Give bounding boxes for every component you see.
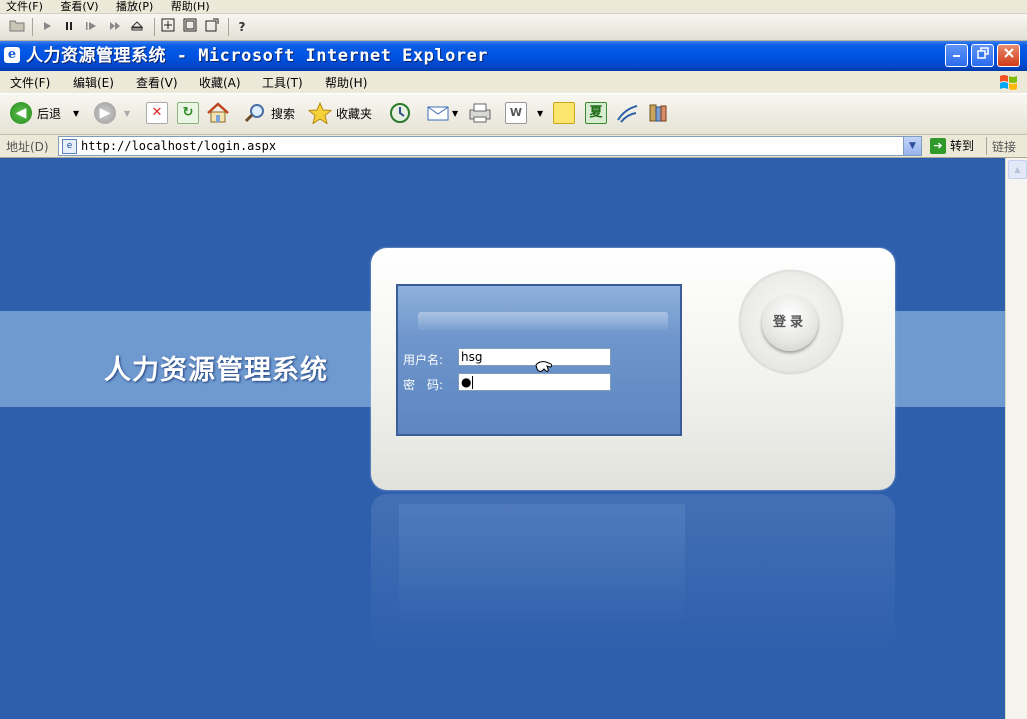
go-label: 转到	[950, 139, 975, 153]
windows-flag-icon	[997, 73, 1019, 91]
menu-help[interactable]: 帮助(H)	[325, 74, 367, 91]
minimize-button[interactable]	[945, 44, 968, 67]
folder-open-icon[interactable]	[8, 18, 26, 36]
window-title: 人力资源管理系统 - Microsoft Internet Explorer	[26, 46, 489, 66]
play-icon[interactable]	[38, 18, 56, 36]
forward-icon: ▶	[94, 102, 116, 124]
address-dropdown-icon[interactable]: ▼	[903, 137, 921, 155]
screen-gloss	[418, 312, 668, 330]
edit-word-button[interactable]: W ▼	[505, 102, 543, 124]
menu-tools[interactable]: 工具(T)	[262, 74, 303, 91]
menu-favorites[interactable]: 收藏(A)	[199, 74, 241, 91]
hand-cursor-icon	[534, 358, 553, 376]
xia-icon: 夏	[585, 102, 607, 124]
refresh-icon: ↻	[177, 102, 199, 124]
go-button[interactable]: ➔ 转到	[930, 137, 974, 154]
help-icon[interactable]: ?	[233, 18, 251, 36]
favorites-label: 收藏夹	[336, 106, 373, 121]
window-titlebar: e 人力资源管理系统 - Microsoft Internet Explorer	[0, 41, 1027, 71]
login-button[interactable]: 登录	[762, 295, 818, 351]
note-icon	[553, 102, 575, 124]
step-forward-icon[interactable]	[82, 18, 100, 36]
login-button-ring: 登录	[739, 270, 843, 374]
panel-reflection	[371, 494, 895, 654]
page-content: 人力资源管理系统 用户名: hsg 密 码: ● 登录	[0, 158, 1005, 719]
outer-menu-play[interactable]: 播放(P)	[116, 0, 153, 13]
toolbar-divider	[154, 18, 155, 36]
research-button[interactable]	[647, 102, 671, 124]
messenger-button[interactable]	[615, 102, 639, 124]
note-button[interactable]	[553, 102, 575, 124]
outer-menu-view[interactable]: 查看(V)	[60, 0, 98, 13]
ie-logo-icon: e	[4, 47, 20, 63]
maximize-button[interactable]	[971, 44, 994, 67]
menu-edit[interactable]: 编辑(E)	[73, 74, 114, 91]
outer-menu-bar: 文件(F) 查看(V) 播放(P) 帮助(H)	[0, 0, 1027, 13]
stop-icon: ✕	[146, 102, 168, 124]
search-icon	[244, 104, 264, 123]
menu-file[interactable]: 文件(F)	[10, 74, 50, 91]
refresh-button[interactable]: ↻	[177, 102, 199, 124]
search-label: 搜索	[271, 106, 296, 121]
outer-menu-file[interactable]: 文件(F)	[6, 0, 43, 13]
print-button[interactable]	[467, 102, 493, 124]
go-arrow-icon: ➔	[930, 137, 946, 154]
username-value: hsg	[461, 350, 483, 364]
messenger-icon	[617, 105, 638, 123]
mail-button[interactable]: ▼	[426, 102, 458, 124]
fast-forward-icon[interactable]	[106, 18, 124, 36]
history-icon	[390, 103, 410, 123]
vertical-scrollbar[interactable]: ▲	[1005, 158, 1027, 719]
login-panel: 用户名: hsg 密 码: ● 登录	[371, 248, 895, 490]
favorites-button[interactable]: 收藏夹	[308, 102, 372, 124]
forward-button[interactable]: ▶ ▼	[94, 102, 130, 124]
scroll-up-icon[interactable]: ▲	[1008, 160, 1027, 179]
back-button[interactable]: ◀ 后退 ▼	[10, 102, 79, 124]
menu-view[interactable]: 查看(V)	[136, 74, 178, 91]
back-icon: ◀	[10, 102, 32, 124]
resize-icon[interactable]	[203, 18, 221, 36]
password-label: 密 码:	[403, 378, 444, 392]
ie-menu-bar: 文件(F) 编辑(E) 查看(V) 收藏(A) 工具(T) 帮助(H)	[0, 71, 1027, 94]
ie-toolbar: ◀ 后退 ▼ ▶ ▼ ✕ ↻ 搜索 收藏夹 ▼ W ▼ 夏	[0, 94, 1027, 135]
word-icon: W	[505, 102, 527, 124]
home-button[interactable]	[206, 102, 230, 124]
favorites-icon	[308, 102, 332, 124]
links-divider	[986, 137, 987, 155]
links-button[interactable]: 链接	[992, 138, 1016, 155]
password-mask: ●	[461, 375, 472, 389]
fullsize-icon[interactable]	[159, 18, 177, 36]
address-bar: 地址(D) e http://localhost/login.aspx ▼ ➔ …	[0, 135, 1027, 158]
eject-icon[interactable]	[128, 18, 146, 36]
outer-menu-help[interactable]: 帮助(H)	[171, 0, 210, 13]
history-button[interactable]	[388, 102, 412, 124]
back-label: 后退	[37, 106, 62, 121]
toolbar-divider	[228, 18, 229, 36]
screen-reflection	[399, 504, 685, 624]
toolbar-divider	[32, 18, 33, 36]
window-icon[interactable]	[181, 18, 199, 36]
page-icon: e	[62, 139, 77, 154]
mail-icon	[427, 106, 449, 121]
xia-button[interactable]: 夏	[585, 102, 607, 124]
forward-dropdown-icon: ▼	[124, 108, 131, 118]
pause-icon[interactable]	[60, 18, 78, 36]
system-title: 人力资源管理系统	[104, 355, 328, 386]
search-button[interactable]: 搜索	[244, 102, 295, 124]
home-icon	[207, 102, 229, 123]
address-input[interactable]: e http://localhost/login.aspx ▼	[58, 136, 922, 156]
back-dropdown-icon[interactable]: ▼	[73, 109, 79, 118]
edit-dropdown-icon[interactable]: ▼	[537, 109, 543, 118]
address-url: http://localhost/login.aspx	[81, 139, 277, 153]
media-toolbar: ?	[0, 14, 1027, 41]
research-icon	[649, 104, 667, 122]
close-button[interactable]	[997, 44, 1020, 67]
address-label: 地址(D)	[6, 140, 49, 154]
text-caret	[472, 376, 474, 389]
stop-button[interactable]: ✕	[146, 102, 168, 124]
mail-dropdown-icon[interactable]: ▼	[452, 109, 458, 118]
print-icon	[469, 103, 491, 123]
username-label: 用户名:	[403, 353, 444, 367]
